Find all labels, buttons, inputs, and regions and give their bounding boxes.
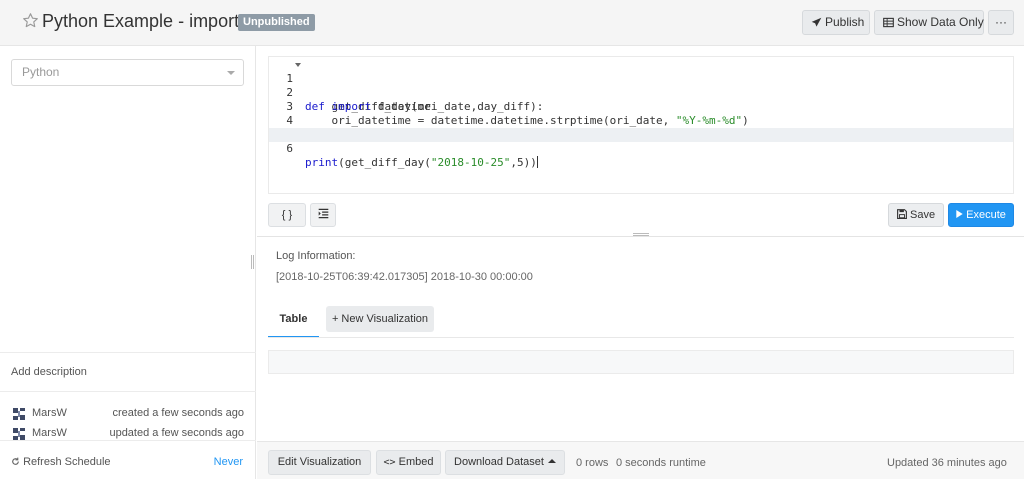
code-editor[interactable]: 1 def get_diff_day(ori_date,day_diff): 2… <box>268 56 1014 194</box>
play-icon <box>956 210 963 218</box>
code-line: 5 <box>269 114 1013 141</box>
format-query-button[interactable] <box>310 203 336 227</box>
code-icon: <> <box>383 457 396 468</box>
embed-label: Embed <box>398 456 434 468</box>
query-sidebar: Python Add description MarsW created a f… <box>0 46 256 479</box>
tab-table[interactable]: Table <box>268 306 319 338</box>
ellipsis-icon: ··· <box>995 15 1007 29</box>
history-row: MarsW created a few seconds ago <box>11 406 244 422</box>
divider <box>0 440 256 441</box>
divider <box>0 391 256 392</box>
line-number: 6 <box>286 142 293 155</box>
table-icon <box>883 17 894 28</box>
code-line: 1 def get_diff_day(ori_date,day_diff): <box>269 58 1013 113</box>
divider <box>0 352 256 353</box>
execute-button[interactable]: Execute <box>948 203 1014 227</box>
indent-icon <box>318 208 328 219</box>
chevron-down-icon <box>227 71 235 75</box>
publish-button[interactable]: Publish <box>802 10 870 35</box>
download-dataset-label: Download Dataset <box>454 456 544 468</box>
runtime: 0 seconds runtime <box>616 457 706 469</box>
refresh-icon <box>12 457 19 465</box>
caret-up-icon <box>547 459 556 463</box>
embed-button[interactable]: <> Embed <box>376 450 441 475</box>
refresh-schedule-value[interactable]: Never <box>214 456 243 468</box>
autocomplete-toggle-button[interactable]: { } <box>268 203 306 227</box>
log-label: Log Information: <box>276 250 356 262</box>
add-description-link[interactable]: Add description <box>11 366 87 378</box>
download-dataset-button[interactable]: Download Dataset <box>445 450 565 475</box>
history-user[interactable]: MarsW <box>32 427 67 439</box>
floppy-disk-icon <box>896 209 907 219</box>
code-line: 3 ori_datetime = datetime.datetime.strpt… <box>269 86 1013 127</box>
edit-visualization-button[interactable]: Edit Visualization <box>268 450 371 475</box>
execute-label: Execute <box>966 209 1006 221</box>
star-icon[interactable] <box>22 12 39 29</box>
query-header: Python Example - import Unpublished Publ… <box>0 0 1024 46</box>
refresh-schedule-text: Refresh Schedule <box>23 456 111 468</box>
unpublished-badge: Unpublished <box>238 14 315 31</box>
braces-icon: { } <box>281 209 293 221</box>
more-options-button[interactable]: ··· <box>988 10 1014 35</box>
sidebar-resize-handle[interactable] <box>251 255 254 269</box>
tab-divider <box>268 337 1014 338</box>
editor-divider <box>257 236 1024 237</box>
log-output: [2018-10-25T06:39:42.017305] 2018-10-30 … <box>276 271 533 283</box>
refresh-schedule-label: Refresh Schedule <box>11 456 111 468</box>
fold-arrow-icon[interactable] <box>295 63 301 67</box>
row-count: 0 rows <box>576 457 609 469</box>
history-action: created a few seconds ago <box>112 407 244 419</box>
last-updated: Updated 36 minutes ago <box>887 457 1007 469</box>
data-source-value: Python <box>22 65 60 79</box>
code-line-active: 6 print(get_diff_day("2018-10-25",5)) <box>269 128 1013 169</box>
show-data-only-label: Show Data Only <box>897 15 984 29</box>
paper-plane-icon <box>811 17 822 27</box>
save-button[interactable]: Save <box>888 203 944 227</box>
history-user[interactable]: MarsW <box>32 407 67 419</box>
publish-label: Publish <box>825 15 865 29</box>
show-data-only-button[interactable]: Show Data Only <box>874 10 984 35</box>
code-text: print(get_diff_day("2018-10-25",5)) <box>305 156 538 169</box>
avatar <box>11 406 27 422</box>
new-visualization-button[interactable]: + New Visualization <box>326 306 434 332</box>
data-source-select[interactable]: Python <box>11 59 244 86</box>
history-action: updated a few seconds ago <box>109 427 244 439</box>
results-table <box>268 350 1014 374</box>
text-cursor <box>536 156 538 168</box>
query-title[interactable]: Python Example - import <box>42 11 239 32</box>
code-line: 4 return ori_datetime+ datetime.timedelt… <box>269 100 1013 141</box>
editor-resize-handle[interactable] <box>633 233 649 236</box>
code-line: 2 import datetime <box>269 72 1013 113</box>
save-label: Save <box>909 209 936 221</box>
